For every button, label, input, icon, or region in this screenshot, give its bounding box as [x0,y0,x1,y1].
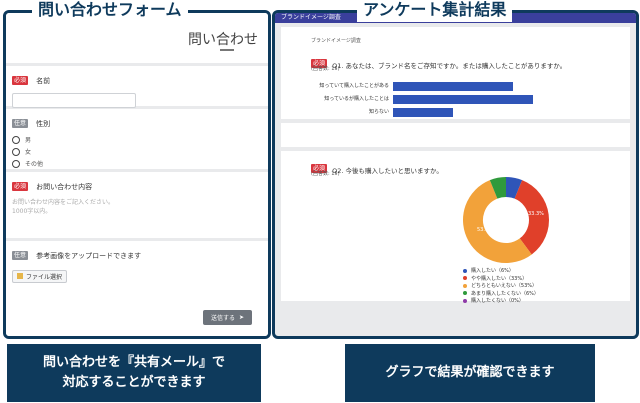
name-label: 名前 [36,76,51,85]
form-caption-line1: 問い合わせを『共有メール』で [42,355,225,370]
gender-option-female[interactable]: 女 [12,147,262,156]
legend-swatch [463,276,467,281]
bar-label: 知らない [368,109,389,115]
results-heading: アンケート集計結果 [357,0,513,22]
inquiry-section: 必須 お問い合わせ内容 お問い合わせ内容をご記入ください。 1000字以内。 [6,172,268,238]
q2-donut-chart: 33.3% 53.3% [463,177,549,263]
inquiry-placeholder-line1: お問い合わせ内容をご記入ください。 [12,199,115,206]
q1-card: ブランドイメージ調査 必須 Q1. あなたは、ブランド名をご存知ですか。または購… [281,27,630,119]
upload-section: 任意 参考画像をアップロードできます ファイル選択 送信する ➤ [6,241,268,336]
gender-label: 性別 [36,119,51,128]
legend-swatch [463,268,467,273]
radio-button[interactable] [12,147,20,156]
inquiry-textarea[interactable]: お問い合わせ内容をご記入ください。 1000字以内。 [12,198,262,238]
donut-slice [489,177,507,199]
legend-swatch [463,283,467,288]
required-badge: 必須 [12,76,29,85]
name-input[interactable] [12,93,136,108]
donut-slice [505,177,523,199]
name-section: 必須 名前 [6,66,268,108]
slice-label: 53.3% [477,227,493,233]
gender-option-label: 男 [25,137,32,144]
file-select-button[interactable]: ファイル選択 [12,269,68,283]
q2-legend: 購入したい（6%） やや購入したい（33%） どちらともいえない（53%） あまり購入… [463,267,539,305]
spacer-card [281,123,630,147]
legend-label: 購入したくない（0%） [471,298,524,305]
optional-badge: 任意 [12,119,29,128]
q1-bar-chart: 知っていて購入したことがある 知っているが購入したことは知らない [281,75,636,119]
form-caption-line2: 対応することができます [62,375,206,390]
legend-label: どちらともいえない（53%） [471,283,538,290]
q2-text: Q2. 今後も購入したいと思いますか。 [332,167,443,175]
radio-button[interactable] [12,135,20,144]
donut-slice [514,180,549,255]
legend-label: やや購入したい（33%） [471,275,528,282]
upload-label: 参考画像をアップロードできます [36,251,142,260]
gender-section: 任意 性別 男 女 その他 [6,109,268,169]
inquiry-label: お問い合わせ内容 [36,182,93,191]
results-caption: グラフで結果が確認できます [345,344,595,402]
bar [393,95,533,104]
radio-button[interactable] [12,159,20,168]
legend-swatch [463,298,467,303]
q1-heading: 必須 Q1. あなたは、ブランド名をご存知ですか。または購入したことがありますか… [311,53,566,72]
legend-swatch [463,291,467,296]
slice-label: 33.3% [528,211,544,217]
bar-label: 知っていて購入したことがある [319,83,389,89]
gender-option-label: その他 [25,161,44,168]
gender-option-label: 女 [25,149,32,156]
survey-results-panel: ブランドイメージ調査 ブランドイメージ調査 必須 Q1. あなたは、ブランド名を… [272,10,639,339]
contact-form-panel: 問い合わせ 必須 名前 任意 性別 男 女 その他 必須 お問い合わせ内容 お問… [3,10,271,339]
q1-text: Q1. あなたは、ブランド名をご存知ですか。または購入したことがありますか。 [332,62,567,70]
bar [393,108,453,117]
form-title-underline [220,49,234,51]
required-badge: 必須 [12,182,29,191]
file-select-label: ファイル選択 [26,273,63,281]
legend-item: 購入したい（6%） [463,267,539,275]
legend-item: どちらともいえない（53%） [463,282,539,290]
submit-button[interactable]: 送信する ➤ [202,310,252,325]
folder-icon [17,273,23,279]
legend-label: 購入したい（6%） [471,268,514,275]
gender-option-other[interactable]: その他 [12,159,262,168]
bar-label: 知っているが購入したことは [324,96,389,102]
q2-response-count: (回答数: 15) [311,171,340,177]
inquiry-placeholder-line2: 1000字以内。 [12,208,52,215]
form-heading: 問い合わせフォーム [32,0,188,22]
bar [393,82,513,91]
survey-name: ブランドイメージ調査 [311,38,361,44]
legend-item: 購入したくない（0%） [463,297,539,305]
q1-response-count: (回答数: 15) [311,66,340,72]
legend-label: あまり購入したくない（6%） [471,290,539,297]
q2-card: 必須 Q2. 今後も購入したいと思いますか。 (回答数: 15) 33.3% 53… [281,151,630,304]
send-icon: ➤ [238,314,244,321]
submit-label: 送信する [210,315,235,322]
form-caption: 問い合わせを『共有メール』で 対応することができます [7,344,261,402]
legend-item: やや購入したい（33%） [463,275,539,283]
form-title: 問い合わせ [188,32,258,48]
legend-item: あまり購入したくない（6%） [463,290,539,298]
optional-badge: 任意 [12,251,29,260]
gender-option-male[interactable]: 男 [12,135,262,144]
